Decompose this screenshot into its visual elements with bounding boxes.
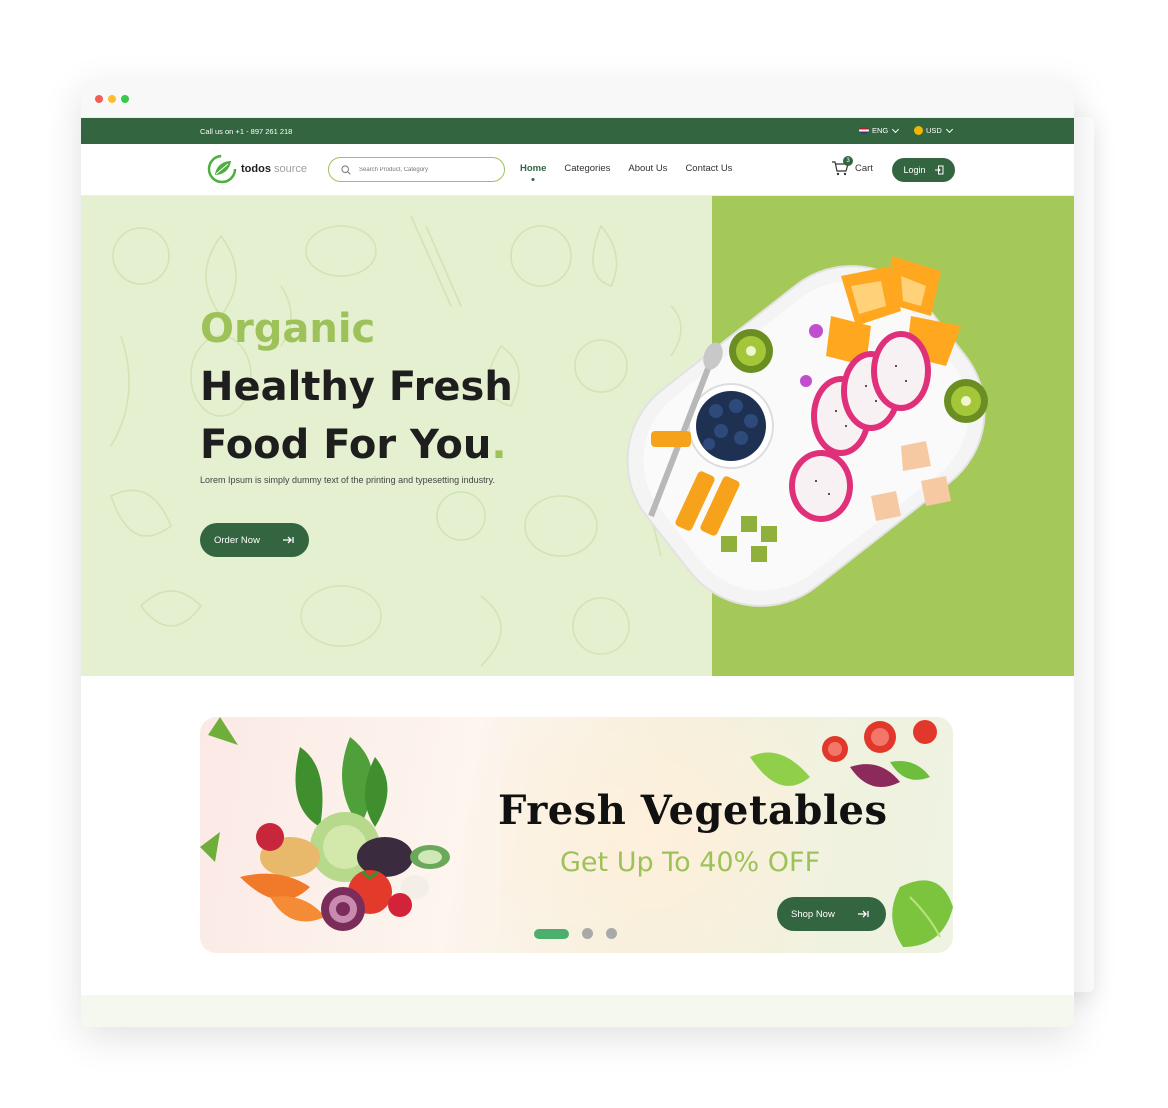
- brand-logo[interactable]: todos source: [206, 153, 307, 185]
- login-button[interactable]: Login: [892, 158, 955, 182]
- arrow-right-icon: [857, 910, 869, 918]
- hero-subtitle: Lorem Ipsum is simply dummy text of the …: [200, 475, 495, 485]
- currency-label: USD: [926, 126, 942, 135]
- arrow-right-icon: [282, 536, 294, 544]
- minimize-window-dot[interactable]: [108, 95, 116, 103]
- shop-now-label: Shop Now: [791, 908, 835, 920]
- currency-selector[interactable]: USD: [914, 125, 953, 135]
- carousel-dot-3[interactable]: [606, 928, 617, 939]
- banner-title: Fresh Vegetables: [498, 787, 888, 834]
- carousel-dots: [534, 928, 617, 939]
- call-us-text: Call us on +1 - 897 261 218: [200, 127, 293, 136]
- close-window-dot[interactable]: [95, 95, 103, 103]
- search-icon: [341, 164, 351, 175]
- order-now-button[interactable]: Order Now: [200, 523, 309, 557]
- coin-icon: [914, 126, 923, 135]
- cart-button[interactable]: 3 Cart: [831, 156, 873, 176]
- us-flag-icon: [859, 127, 869, 134]
- nav-links: Home Categories About Us Contact Us: [520, 163, 732, 174]
- nav-link-categories[interactable]: Categories: [564, 163, 610, 174]
- chevron-down-icon: [945, 125, 953, 133]
- vegetables-image: [200, 717, 450, 931]
- order-now-label: Order Now: [214, 534, 260, 546]
- brand-name: todos source: [241, 163, 308, 175]
- promo-banner[interactable]: Fresh Vegetables Get Up To 40% OFF Shop …: [200, 717, 953, 953]
- shop-now-button[interactable]: Shop Now: [777, 897, 886, 931]
- window-chrome: [81, 81, 1074, 118]
- login-label: Login: [903, 165, 926, 175]
- search-box[interactable]: [328, 157, 505, 182]
- carousel-dot-1[interactable]: [534, 928, 569, 939]
- cart-label: Cart: [855, 162, 873, 174]
- cart-count-badge: 3: [843, 156, 853, 166]
- top-bar: Call us on +1 - 897 261 218 ENG USD: [81, 118, 1074, 144]
- main-nav: todos source Home Categories About Us Co…: [81, 144, 1074, 196]
- next-section-strip: [81, 995, 1074, 1027]
- promo-section: Fresh Vegetables Get Up To 40% OFF Shop …: [81, 676, 1074, 995]
- search-input[interactable]: [359, 166, 489, 173]
- hero-title-food-for-you: Food For You.: [200, 422, 507, 468]
- fruit-platter-image: [626, 256, 988, 607]
- language-selector[interactable]: ENG: [859, 125, 900, 135]
- maximize-window-dot[interactable]: [121, 95, 129, 103]
- hero-section: Organic Healthy Fresh Food For You. Lore…: [81, 196, 1074, 676]
- hero-title-organic: Organic: [200, 306, 376, 352]
- banner-subtitle: Get Up To 40% OFF: [560, 847, 821, 878]
- login-icon: [934, 165, 944, 175]
- chevron-down-icon: [892, 125, 900, 133]
- carousel-dot-2[interactable]: [582, 928, 593, 939]
- cart-icon: 3: [831, 156, 853, 176]
- nav-link-about-us[interactable]: About Us: [628, 163, 667, 174]
- hero-title-healthy-fresh: Healthy Fresh: [200, 364, 513, 410]
- browser-window: Call us on +1 - 897 261 218 ENG USD todo…: [81, 81, 1074, 1027]
- nav-link-home[interactable]: Home: [520, 163, 546, 174]
- leaf-logo-icon: [207, 154, 237, 184]
- nav-link-contact-us[interactable]: Contact Us: [685, 163, 732, 174]
- language-label: ENG: [872, 126, 889, 135]
